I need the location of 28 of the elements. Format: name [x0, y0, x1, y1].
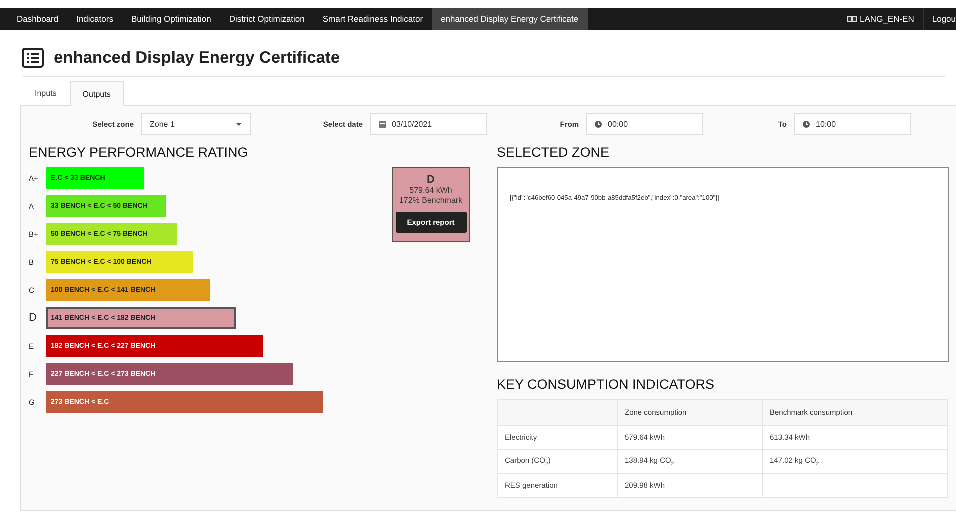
result-benchmark: 172% Benchmark — [399, 196, 463, 206]
calendar-icon — [379, 120, 386, 128]
list-icon — [22, 48, 44, 68]
language-selector[interactable]: LANG_EN-EN — [838, 8, 924, 30]
flag-icon — [847, 16, 858, 22]
nav-tab[interactable]: enhanced Display Energy Certificate — [432, 8, 588, 30]
page-title: enhanced Display Energy Certificate — [54, 48, 340, 68]
result-energy: 579.64 kWh — [410, 186, 452, 196]
time-field[interactable]: 00:00 — [586, 113, 703, 135]
clock-icon — [803, 120, 810, 128]
nav-tab[interactable]: District Optimization — [220, 8, 314, 30]
section-heading: KEY CONSUMPTION INDICATORS — [497, 377, 716, 393]
nav-tab[interactable]: Building Optimization — [122, 8, 220, 30]
section-heading: ENERGY PERFORMANCE RATING — [29, 145, 250, 161]
nav-tab[interactable]: Smart Readiness Indicator — [314, 8, 432, 30]
tab[interactable]: Outputs — [70, 81, 124, 106]
grade-label: D — [29, 312, 38, 324]
time-field[interactable]: 10:00 — [794, 113, 911, 135]
zone-select[interactable]: Zone 1 — [141, 113, 251, 135]
result-grade: D — [427, 174, 435, 186]
nav-tab[interactable]: Dashboard — [8, 8, 68, 30]
date-field[interactable]: 03/10/2021 — [370, 113, 487, 135]
nav-tab[interactable]: Indicators — [68, 8, 122, 30]
clock-icon — [595, 120, 602, 128]
section-heading: SELECTED ZONE — [497, 145, 611, 161]
logout-link[interactable]: Logou — [923, 8, 956, 30]
caret-icon — [236, 122, 242, 126]
tab[interactable]: Inputs — [22, 81, 70, 105]
